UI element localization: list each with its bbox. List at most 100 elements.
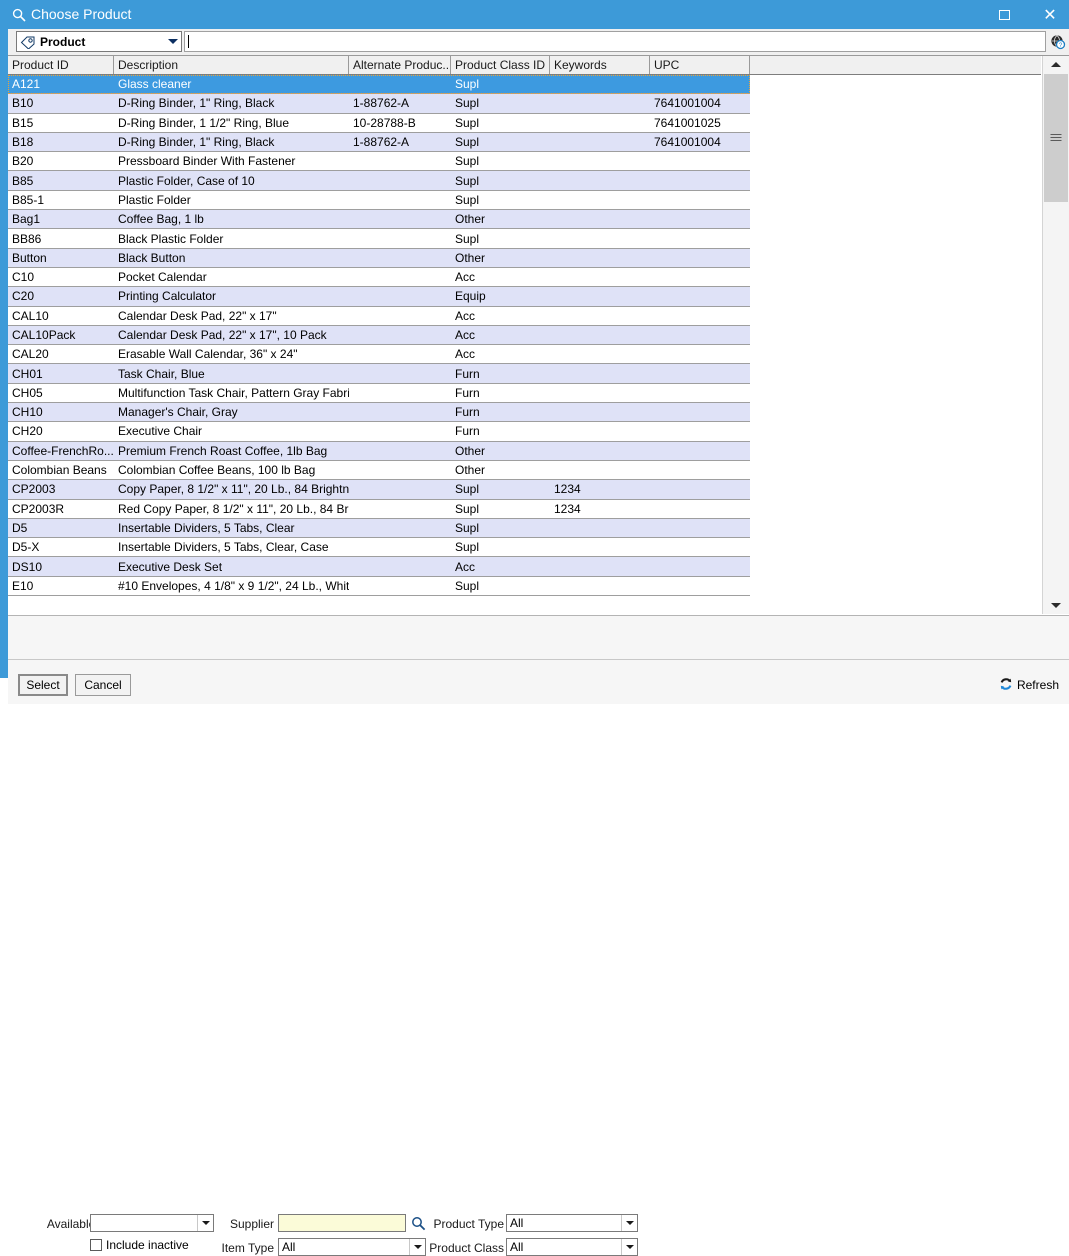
cell-upc (650, 364, 750, 382)
cell-alternate (349, 326, 451, 344)
available-in-select[interactable] (90, 1214, 214, 1232)
product-class-select[interactable]: All (506, 1238, 638, 1256)
cell-keywords (550, 326, 650, 344)
scrollbar-thumb[interactable] (1044, 74, 1068, 202)
table-row[interactable]: A121 Glass cleaner Supl (8, 75, 750, 95)
cell-keywords (550, 519, 650, 537)
cell-class-id: Acc (455, 328, 476, 342)
search-toolbar: Product ? (8, 29, 1069, 55)
scroll-up-button[interactable] (1043, 56, 1069, 73)
cell-class-id: Supl (455, 231, 480, 246)
table-row[interactable]: DS10 Executive Desk Set Acc (8, 557, 750, 577)
cell-class-id: Furn (455, 405, 480, 420)
table-row[interactable]: CAL20 Erasable Wall Calendar, 36" x 24" Ac… (8, 345, 750, 365)
cell-upc (650, 403, 750, 421)
cell-product-id: CP2003R (12, 501, 65, 516)
cell-class-id: Supl (455, 96, 480, 111)
product-class-value: All (510, 1240, 524, 1254)
table-row[interactable]: CH01 Task Chair, Blue Furn (8, 364, 750, 384)
include-inactive-checkbox[interactable]: Include inactive (90, 1238, 189, 1252)
grid-body[interactable]: A121 Glass cleaner Supl B10 D-Ring Binder, 1… (8, 75, 1041, 596)
globe-help-icon[interactable]: ? (1048, 31, 1068, 52)
cell-product-id: D5 (12, 520, 28, 535)
cell-product-id: C20 (12, 289, 35, 304)
supplier-label: Supplier (229, 1217, 274, 1231)
page-title: Choose Product (31, 6, 132, 22)
item-type-label: Item Type (221, 1241, 274, 1255)
table-row[interactable]: D5-X Insertable Dividers, 5 Tabs, Clear, … (8, 538, 750, 558)
search-input[interactable] (184, 31, 1046, 52)
product-type-select[interactable]: All (506, 1214, 638, 1232)
table-row[interactable]: BB86 Black Plastic Folder Supl (8, 229, 750, 249)
table-row[interactable]: CP2003 Copy Paper, 8 1/2" x 11", 20 Lb., … (8, 480, 750, 500)
cell-product-id: Coffee-FrenchRo... (12, 443, 114, 458)
cell-description: D-Ring Binder, 1" Ring, Black (118, 135, 275, 150)
column-header[interactable]: Product Class ID (451, 56, 550, 74)
vertical-scrollbar[interactable] (1042, 56, 1069, 614)
table-row[interactable]: CH20 Executive Chair Furn (8, 422, 750, 442)
scroll-grip-icon (1050, 134, 1062, 142)
table-row[interactable]: CH05 Multifunction Task Chair, Pattern Gr… (8, 383, 750, 404)
caret-up-icon (1051, 62, 1061, 67)
select-button[interactable]: Select (18, 674, 68, 696)
search-icon[interactable] (409, 1214, 427, 1232)
column-header[interactable]: Keywords (550, 56, 650, 74)
table-row[interactable]: CAL10 Calendar Desk Pad, 22" x 17" Acc (8, 306, 750, 326)
column-header[interactable]: Description (114, 56, 349, 74)
search-field-select[interactable]: Product (16, 31, 182, 52)
cell-alternate: 1-88762-A (353, 96, 410, 111)
column-header[interactable]: UPC (650, 56, 750, 74)
cell-class-id: Other (455, 212, 486, 227)
table-row[interactable]: B85 Plastic Folder, Case of 10 Supl (8, 171, 750, 191)
table-row[interactable]: B15 D-Ring Binder, 1 1/2" Ring, Blue 10-28… (8, 113, 750, 133)
cell-alternate (349, 268, 451, 286)
cell-class-id: Acc (455, 347, 476, 362)
cell-upc (650, 75, 750, 93)
cell-alternate (349, 249, 451, 267)
cell-class-id: Supl (455, 578, 480, 593)
chevron-down-icon (197, 1215, 213, 1231)
cell-product-id: CH05 (12, 385, 43, 400)
cell-upc (650, 384, 750, 402)
table-row[interactable]: C20 Printing Calculator Equip (8, 287, 750, 307)
cell-class-id: Supl (455, 135, 480, 150)
cell-alternate: 1-88762-A (353, 135, 410, 150)
table-row[interactable]: Button Black Button Other (8, 248, 750, 268)
item-type-select[interactable]: All (278, 1238, 426, 1256)
table-row[interactable]: CH10 Manager's Chair, Gray Furn (8, 403, 750, 423)
cell-upc: 7641001004 (654, 96, 721, 111)
cell-keywords (550, 364, 650, 382)
table-row[interactable]: Coffee-FrenchRo... Premium French Roast C… (8, 441, 750, 461)
table-row[interactable]: C10 Pocket Calendar Acc (8, 267, 750, 288)
table-row[interactable]: B85-1 Plastic Folder Supl (8, 190, 750, 211)
cell-product-id: CH01 (12, 366, 43, 381)
table-row[interactable]: E10 #10 Envelopes, 4 1/8" x 9 1/2", 24 Lb… (8, 576, 750, 596)
table-row[interactable]: D5 Insertable Dividers, 5 Tabs, Clear Supl (8, 518, 750, 539)
column-header[interactable]: Product ID (8, 56, 114, 74)
cell-upc (650, 326, 750, 344)
cell-alternate (349, 403, 451, 421)
cell-description: Black Button (118, 250, 186, 265)
cell-keywords (550, 345, 650, 363)
table-row[interactable]: B20 Pressboard Binder With Fastener Supl (8, 152, 750, 172)
cancel-button[interactable]: Cancel (75, 674, 131, 696)
cell-product-id: CAL20 (12, 347, 49, 362)
table-row[interactable]: Colombian Beans Colombian Coffee Beans, 1… (8, 460, 750, 481)
chevron-down-icon (621, 1215, 637, 1231)
cell-upc (650, 249, 750, 267)
table-row[interactable]: CAL10Pack Calendar Desk Pad, 22" x 17", 1… (8, 325, 750, 346)
table-row[interactable]: B10 D-Ring Binder, 1" Ring, Black 1-88762-… (8, 94, 750, 114)
cell-keywords (550, 229, 650, 247)
cell-alternate (349, 480, 451, 498)
maximize-button[interactable] (981, 0, 1027, 29)
close-button[interactable]: ✕ (1027, 0, 1069, 29)
scroll-down-button[interactable] (1043, 597, 1069, 614)
table-row[interactable]: B18 D-Ring Binder, 1" Ring, Black 1-88762-… (8, 132, 750, 153)
supplier-input[interactable] (278, 1214, 406, 1232)
cell-keywords (550, 152, 650, 170)
table-row[interactable]: Bag1 Coffee Bag, 1 lb Other (8, 210, 750, 230)
refresh-button[interactable]: Refresh (999, 675, 1059, 695)
cell-description: Plastic Folder, Case of 10 (118, 173, 255, 188)
table-row[interactable]: CP2003R Red Copy Paper, 8 1/2" x 11", 20 … (8, 499, 750, 519)
column-header[interactable]: Alternate Produc... (349, 56, 451, 74)
